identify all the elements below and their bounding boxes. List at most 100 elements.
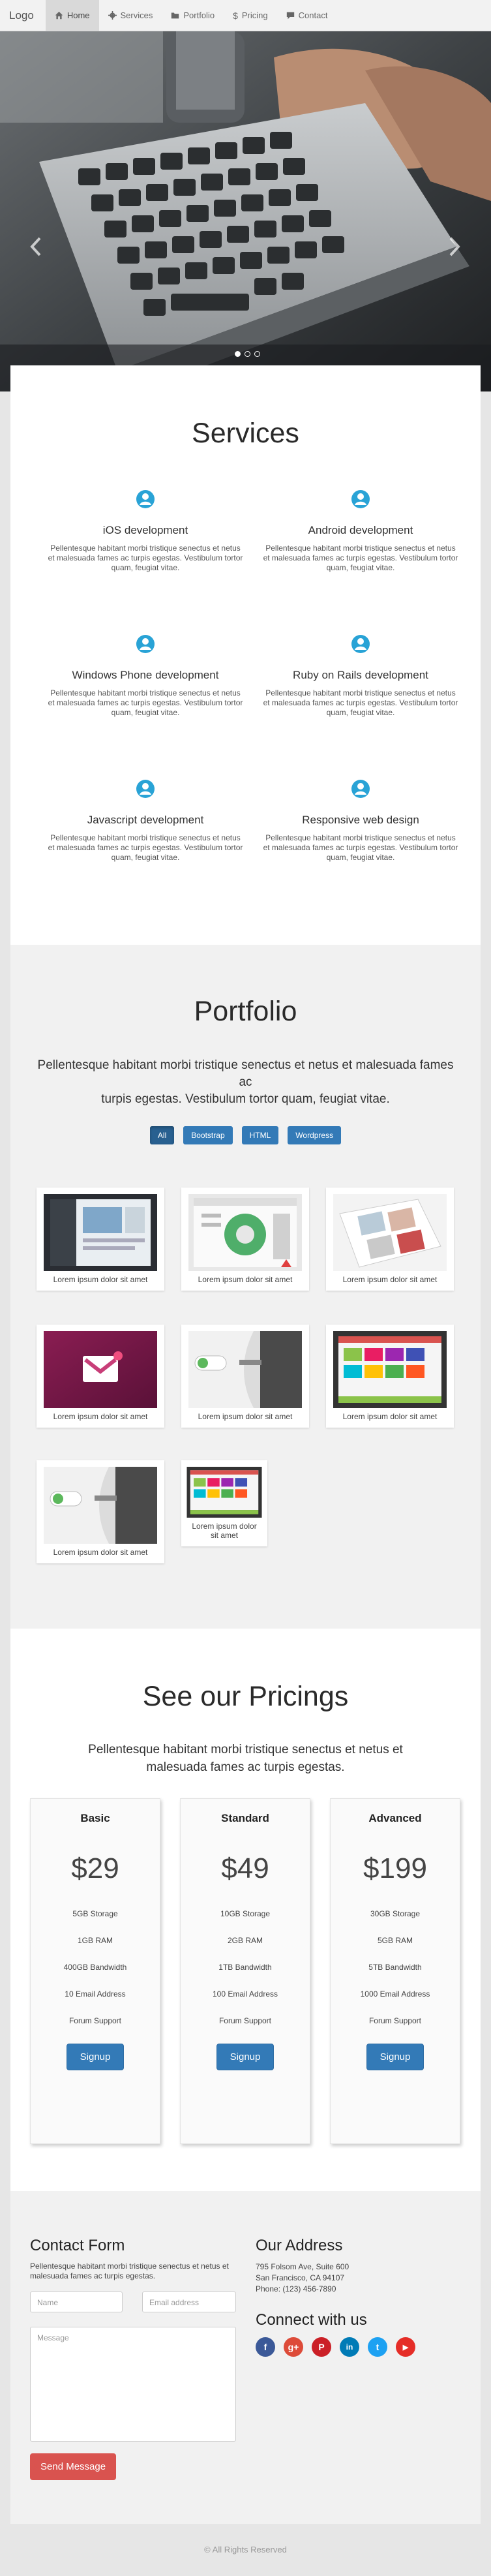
portfolio-title: Portfolio	[194, 996, 297, 1027]
plan-features: 5GB Storage 1GB RAM 400GB Bandwidth 10 E…	[31, 1901, 160, 2034]
pricing-title: See our Pricings	[142, 1681, 349, 1712]
plan-feature: 100 Email Address	[212, 1989, 278, 1999]
nav-home[interactable]: Home	[45, 0, 99, 31]
address-line: San Francisco, CA 94107	[256, 2273, 345, 2282]
service-text: Pellentesque habitant morbi tristique se…	[48, 688, 243, 717]
service-title: Android development	[308, 524, 413, 536]
portfolio-filters: All Bootstrap HTML Wordpress	[10, 1126, 481, 1144]
folder-icon	[171, 12, 179, 19]
service-title: Ruby on Rails development	[293, 669, 428, 681]
plan-feature: Forum Support	[368, 2016, 422, 2025]
plan-name: Basic	[80, 1812, 110, 1824]
plan-features: 30GB Storage 5GB RAM 5TB Bandwidth 1000 …	[331, 1901, 460, 2034]
portfolio-card[interactable]: Lorem ipsum dolor sit amet	[37, 1460, 164, 1563]
service-title: Javascript development	[87, 814, 204, 826]
service-item: iOS development Pellentesque habitant mo…	[38, 489, 253, 634]
dollar-icon: $	[233, 10, 238, 21]
plan-feature: Forum Support	[218, 2016, 272, 2025]
plan-feature: 5GB Storage	[72, 1909, 118, 1918]
portfolio-caption: Lorem ipsum dolor sit amet	[53, 1548, 148, 1557]
signup-button[interactable]: Signup	[366, 2044, 424, 2070]
service-text: Pellentesque habitant morbi tristique se…	[263, 688, 458, 717]
service-text: Pellentesque habitant morbi tristique se…	[263, 544, 458, 572]
user-circle-icon	[351, 635, 370, 653]
service-text: Pellentesque habitant morbi tristique se…	[48, 544, 243, 572]
signup-button[interactable]: Signup	[66, 2044, 125, 2070]
plan-features: 10GB Storage 2GB RAM 1TB Bandwidth 100 E…	[181, 1901, 310, 2034]
nav-services[interactable]: Services	[99, 0, 162, 31]
pinterest-icon[interactable]: P	[312, 2337, 331, 2357]
connect-title: Connect with us	[256, 2311, 367, 2329]
youtube-icon[interactable]: ▶	[396, 2337, 415, 2357]
service-item: Responsive web design Pellentesque habit…	[253, 779, 468, 924]
send-message-button[interactable]: Send Message	[30, 2453, 117, 2480]
service-item: Ruby on Rails development Pellentesque h…	[253, 634, 468, 779]
plan-feature: 10 Email Address	[65, 1989, 126, 1999]
comment-icon	[286, 12, 294, 20]
filter-all[interactable]: All	[149, 1126, 175, 1144]
address-block: 795 Folsom Ave, Suite 600 San Francisco,…	[256, 2262, 349, 2295]
portfolio-lead: Pellentesque habitant morbi tristique se…	[30, 1057, 461, 1108]
pricing-lead: Pellentesque habitant morbi tristique se…	[88, 1743, 403, 1774]
navbar: Logo Home Services Portfolio $ Pricing C…	[0, 0, 491, 31]
plan-feature: 30GB Storage	[370, 1909, 421, 1918]
service-item: Javascript development Pellentesque habi…	[38, 779, 253, 924]
pricing-plan-basic: Basic $29 5GB Storage 1GB RAM 400GB Band…	[30, 1798, 160, 2144]
nav-contact[interactable]: Contact	[277, 0, 337, 31]
filter-bootstrap[interactable]: Bootstrap	[183, 1126, 233, 1144]
portfolio-card[interactable]: Lorem ipsum dolor sit amet	[326, 1188, 454, 1291]
plan-feature: 5TB Bandwidth	[368, 1963, 422, 1972]
portfolio-thumbnail	[188, 1331, 302, 1408]
pricing-section: See our Pricings Pellentesque habitant m…	[10, 1629, 481, 2191]
brand-logo[interactable]: Logo	[9, 9, 34, 22]
carousel-next[interactable]	[445, 234, 464, 260]
filter-wordpress[interactable]: Wordpress	[288, 1126, 342, 1144]
google-plus-icon[interactable]: g+	[284, 2337, 303, 2357]
plan-feature: 1TB Bandwidth	[218, 1963, 272, 1972]
portfolio-caption: Lorem ipsum dolor sit amet	[342, 1275, 438, 1284]
contact-form-text: Pellentesque habitant morbi tristique se…	[30, 2262, 229, 2280]
user-circle-icon	[136, 780, 155, 798]
portfolio-caption: Lorem ipsum dolor sit amet	[53, 1412, 148, 1421]
footer-copyright: © All Rights Reserved	[204, 2545, 287, 2554]
filter-html[interactable]: HTML	[241, 1126, 279, 1144]
hero-carousel	[0, 31, 491, 391]
service-text: Pellentesque habitant morbi tristique se…	[48, 833, 243, 862]
carousel-indicator[interactable]	[235, 351, 241, 357]
portfolio-caption: Lorem ipsum dolor sit amet	[53, 1275, 148, 1284]
portfolio-card[interactable]: Lorem ipsum dolor sit amet	[37, 1188, 164, 1291]
message-textarea[interactable]: Message	[30, 2327, 236, 2442]
carousel-prev[interactable]	[26, 234, 46, 260]
portfolio-thumbnail	[333, 1194, 447, 1271]
plan-price: $49	[221, 1852, 269, 1884]
chevron-right-icon	[449, 237, 460, 256]
nav-portfolio[interactable]: Portfolio	[162, 0, 224, 31]
chevron-left-icon	[30, 237, 41, 256]
services-title: Services	[192, 418, 299, 449]
facebook-icon[interactable]: f	[256, 2337, 275, 2357]
portfolio-card[interactable]: Lorem ipsum dolor sit amet	[181, 1188, 309, 1291]
linkedin-icon[interactable]: in	[340, 2337, 359, 2357]
twitter-icon[interactable]: t	[368, 2337, 387, 2357]
signup-button[interactable]: Signup	[216, 2044, 275, 2070]
portfolio-card[interactable]: Lorem ipsum dolor sit amet	[181, 1460, 267, 1546]
portfolio-thumbnail	[186, 1467, 262, 1518]
portfolio-card[interactable]: Lorem ipsum dolor sit amet	[181, 1325, 309, 1428]
portfolio-card[interactable]: Lorem ipsum dolor sit amet	[37, 1325, 164, 1428]
nav-home-label: Home	[67, 10, 90, 20]
pricing-plan-standard: Standard $49 10GB Storage 2GB RAM 1TB Ba…	[180, 1798, 310, 2144]
nav-pricing[interactable]: $ Pricing	[224, 0, 277, 31]
nav-services-label: Services	[120, 10, 153, 20]
carousel-indicator[interactable]	[254, 351, 260, 357]
carousel-indicator[interactable]	[245, 351, 250, 357]
portfolio-caption: Lorem ipsum dolor sit amet	[342, 1412, 438, 1421]
portfolio-thumbnail	[44, 1331, 157, 1408]
services-grid: iOS development Pellentesque habitant mo…	[38, 489, 468, 924]
email-input[interactable]: Email address	[142, 2292, 236, 2312]
home-icon	[55, 11, 63, 20]
name-input[interactable]: Name	[30, 2292, 123, 2312]
portfolio-card[interactable]: Lorem ipsum dolor sit amet	[326, 1325, 454, 1428]
plan-name: Advanced	[368, 1812, 422, 1824]
plan-feature: 10GB Storage	[220, 1909, 271, 1918]
contact-form-title: Contact Form	[30, 2237, 125, 2254]
